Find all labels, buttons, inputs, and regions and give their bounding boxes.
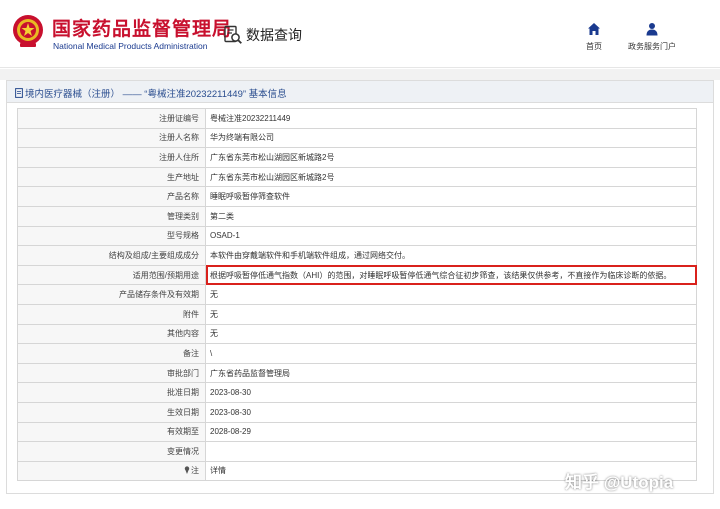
registration-info-table: 注册证编号 粤械注准20232211449 注册人名称 华为终端有限公司 注册人住所… bbox=[17, 108, 697, 482]
field-value: 无 bbox=[205, 303, 697, 325]
field-value: 2023-08-30 bbox=[205, 401, 697, 423]
watermark: 知乎 @Utopia bbox=[565, 473, 674, 492]
table-row: 变更情况 bbox=[17, 441, 697, 462]
nav-gov-portal[interactable]: 政务服务门户 bbox=[622, 22, 682, 52]
field-value: 粤械注准20232211449 bbox=[205, 108, 697, 129]
table-row: 注册人住所 广东省东莞市松山湖园区新城路2号 bbox=[17, 147, 697, 168]
table-row: 适用范围/预期用途 根据呼吸暂停低通气指数（AHI）的范围，对睡眠呼吸暂停低通气综… bbox=[17, 264, 697, 286]
field-value: 广东省药品监督管理局 bbox=[205, 362, 697, 384]
field-value: OSAD-1 bbox=[205, 225, 697, 247]
highlighted-field-value: 根据呼吸暂停低通气指数（AHI）的范围，对睡眠呼吸暂停低通气综合征初步筛查，该结… bbox=[205, 264, 697, 286]
field-value: 无 bbox=[205, 284, 697, 305]
field-value: 第二类 bbox=[205, 205, 697, 227]
nav-home-label: 首页 bbox=[586, 42, 602, 51]
table-row: 注册证编号 粤械注准20232211449 bbox=[17, 108, 697, 129]
field-value: 2028-08-29 bbox=[205, 421, 697, 443]
org-name-cn[interactable]: 国家药品监督管理局 bbox=[52, 14, 232, 41]
pin-icon bbox=[184, 466, 190, 475]
field-label: 型号规格 bbox=[17, 225, 206, 247]
field-label: 管理类别 bbox=[17, 205, 206, 227]
data-query-label: 数据查询 bbox=[246, 27, 302, 43]
field-value: 广东省东莞市松山湖园区新城路2号 bbox=[205, 166, 697, 188]
panel-title-bar: 境内医疗器械（注册） —— “粤械注准20232211449” 基本信息 bbox=[7, 81, 713, 103]
field-value: 广东省东莞市松山湖园区新城路2号 bbox=[205, 147, 697, 168]
site-header: 国家药品监督管理局 National Medical Products Admi… bbox=[0, 0, 720, 68]
table-row: 型号规格 OSAD-1 bbox=[17, 225, 697, 247]
field-label: 注册证编号 bbox=[17, 108, 206, 129]
field-label: 变更情况 bbox=[17, 441, 206, 462]
home-icon bbox=[588, 23, 600, 35]
nav-home[interactable]: 首页 bbox=[564, 22, 624, 52]
field-value: 无 bbox=[205, 323, 697, 345]
field-label: 产品名称 bbox=[17, 186, 206, 207]
table-row: 有效期至 2028-08-29 bbox=[17, 421, 697, 443]
field-label: 备注 bbox=[17, 343, 206, 364]
document-search-icon bbox=[224, 25, 242, 44]
panel-title: 境内医疗器械（注册） —— “粤械注准20232211449” 基本信息 bbox=[15, 86, 287, 100]
table-row: 批准日期 2023-08-30 bbox=[17, 382, 697, 403]
field-label: 审批部门 bbox=[17, 362, 206, 384]
table-row: 注册人名称 华为终端有限公司 bbox=[17, 127, 697, 149]
table-row: 其他内容无 bbox=[17, 323, 697, 345]
table-row: 产品储存条件及有效期无 bbox=[17, 284, 697, 305]
panel-title-text: 境内医疗器械（注册） —— “粤械注准20232211449” 基本信息 bbox=[25, 89, 287, 100]
note-label-cell: 注 bbox=[17, 460, 206, 482]
field-label: 产品储存条件及有效期 bbox=[17, 284, 206, 305]
field-value: 华为终端有限公司 bbox=[205, 127, 697, 149]
field-value: 睡眠呼吸暂停筛查软件 bbox=[205, 186, 697, 207]
field-label: 生效日期 bbox=[17, 401, 206, 423]
field-value: 本软件由穿戴端软件和手机端软件组成，通过网络交付。 bbox=[205, 245, 697, 266]
user-icon bbox=[646, 23, 658, 36]
national-emblem-icon bbox=[13, 15, 43, 47]
table-row: 产品名称 睡眠呼吸暂停筛查软件 bbox=[17, 186, 697, 207]
table-row: 附件无 bbox=[17, 303, 697, 325]
nav-gov-portal-label: 政务服务门户 bbox=[628, 42, 676, 51]
field-label: 结构及组成/主要组成成分 bbox=[17, 245, 206, 266]
table-row: 审批部门 广东省药品监督管理局 bbox=[17, 362, 697, 384]
detail-panel: 境内医疗器械（注册） —— “粤械注准20232211449” 基本信息 注册证… bbox=[6, 80, 714, 494]
field-label: 附件 bbox=[17, 303, 206, 325]
field-value: \ bbox=[205, 343, 697, 364]
field-value: 2023-08-30 bbox=[205, 382, 697, 403]
header-gap bbox=[0, 69, 720, 80]
field-label: 注册人住所 bbox=[17, 147, 206, 168]
field-label: 有效期至 bbox=[17, 421, 206, 443]
field-label: 生产地址 bbox=[17, 166, 206, 188]
field-label: 注册人名称 bbox=[17, 127, 206, 149]
field-label: 注 bbox=[191, 466, 199, 476]
table-row: 结构及组成/主要组成成分 本软件由穿戴端软件和手机端软件组成，通过网络交付。 bbox=[17, 245, 697, 266]
field-label: 适用范围/预期用途 bbox=[17, 264, 206, 286]
field-label: 批准日期 bbox=[17, 382, 206, 403]
field-label: 其他内容 bbox=[17, 323, 206, 345]
table-row: 管理类别 第二类 bbox=[17, 205, 697, 227]
document-icon bbox=[15, 88, 23, 98]
field-value bbox=[205, 441, 697, 462]
org-name-en: National Medical Products Administration bbox=[53, 41, 208, 51]
table-row: 备注 \ bbox=[17, 343, 697, 364]
table-row: 生效日期 2023-08-30 bbox=[17, 401, 697, 423]
data-query-link[interactable]: 数据查询 bbox=[223, 24, 302, 46]
table-row: 生产地址 广东省东莞市松山湖园区新城路2号 bbox=[17, 166, 697, 188]
